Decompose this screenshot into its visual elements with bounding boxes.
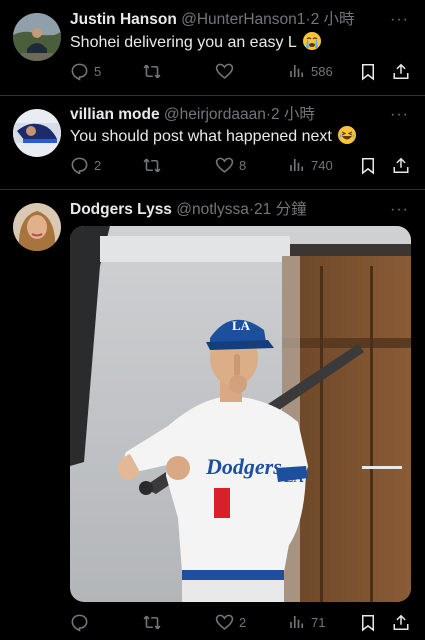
like-count: 8 bbox=[239, 157, 247, 173]
retweet-button[interactable] bbox=[142, 154, 167, 176]
tweet-header: Dodgers Lyss @notlyssa·21 分鐘 bbox=[70, 200, 307, 220]
reply-button[interactable] bbox=[70, 611, 94, 633]
tweet-photo[interactable]: LA Dodgers LA bbox=[70, 226, 411, 602]
bookmark-button[interactable] bbox=[359, 154, 377, 176]
like-count: 2 bbox=[239, 614, 247, 630]
sleeve-logo: LA bbox=[284, 471, 304, 486]
reply-count: 5 bbox=[94, 63, 102, 79]
display-name[interactable]: villian mode bbox=[70, 106, 160, 123]
tweet-header: villian mode @heirjordaaan·2 小時 bbox=[70, 105, 315, 125]
tweet-text: Shohei delivering you an easy L bbox=[70, 32, 321, 53]
like-button[interactable]: 2 bbox=[215, 611, 246, 633]
heart-icon bbox=[215, 157, 234, 173]
more-icon[interactable]: ··· bbox=[390, 202, 409, 218]
like-button[interactable] bbox=[215, 60, 239, 82]
heart-icon bbox=[215, 614, 234, 630]
retweet-icon bbox=[143, 158, 161, 172]
display-name[interactable]: Justin Hanson bbox=[70, 11, 177, 28]
view-count: 586 bbox=[311, 63, 333, 79]
handle[interactable]: @heirjordaaan bbox=[164, 106, 266, 123]
heart-icon bbox=[215, 63, 234, 79]
timestamp[interactable]: 2 小時 bbox=[271, 106, 315, 123]
laughing-face-emoji bbox=[338, 126, 357, 144]
bookmark-button[interactable] bbox=[359, 60, 377, 82]
views-button[interactable]: 71 bbox=[288, 611, 325, 633]
reply-icon bbox=[71, 614, 88, 632]
tweet-actions: 2 71 bbox=[70, 611, 410, 633]
share-icon bbox=[393, 63, 409, 79]
timestamp[interactable]: 21 分鐘 bbox=[254, 201, 307, 218]
bookmark-button[interactable] bbox=[359, 611, 377, 633]
reply-button[interactable]: 5 bbox=[70, 60, 101, 82]
bookmark-icon bbox=[362, 614, 374, 632]
display-name[interactable]: Dodgers Lyss bbox=[70, 201, 172, 218]
handle[interactable]: @notlyssa bbox=[176, 201, 249, 218]
retweet-icon bbox=[143, 615, 161, 629]
share-icon bbox=[393, 614, 409, 630]
tweet-actions: 2 8 740 bbox=[70, 154, 410, 176]
tweet-text-content: Shohei delivering you an easy L bbox=[70, 34, 297, 51]
avatar[interactable] bbox=[13, 13, 61, 61]
share-button[interactable] bbox=[392, 60, 410, 82]
jersey-script: Dodgers bbox=[205, 454, 282, 479]
views-icon bbox=[290, 65, 304, 77]
tweet-header: Justin Hanson @HunterHanson1·2 小時 bbox=[70, 10, 355, 30]
retweet-button[interactable] bbox=[142, 60, 167, 82]
views-button[interactable]: 740 bbox=[288, 154, 333, 176]
share-button[interactable] bbox=[392, 611, 410, 633]
bookmark-icon bbox=[362, 63, 374, 81]
handle[interactable]: @HunterHanson1 bbox=[181, 11, 305, 28]
tweet-text: You should post what happened next bbox=[70, 126, 357, 147]
more-icon[interactable]: ··· bbox=[390, 12, 409, 28]
crying-face-emoji bbox=[302, 32, 321, 50]
avatar[interactable] bbox=[13, 109, 61, 157]
avatar[interactable] bbox=[13, 203, 61, 251]
reply-count: 2 bbox=[94, 157, 102, 173]
cap-logo: LA bbox=[232, 318, 251, 333]
tweet[interactable]: villian mode @heirjordaaan·2 小時 ··· You … bbox=[0, 96, 425, 189]
retweet-icon bbox=[143, 64, 161, 78]
reply-icon bbox=[71, 157, 88, 175]
like-button[interactable]: 8 bbox=[215, 154, 246, 176]
view-count: 71 bbox=[311, 614, 326, 630]
views-button[interactable]: 586 bbox=[288, 60, 333, 82]
retweet-button[interactable] bbox=[142, 611, 167, 633]
share-button[interactable] bbox=[392, 154, 410, 176]
more-icon[interactable]: ··· bbox=[390, 107, 409, 123]
tweet-text-content: You should post what happened next bbox=[70, 128, 332, 145]
reply-button[interactable]: 2 bbox=[70, 154, 101, 176]
share-icon bbox=[393, 157, 409, 173]
view-count: 740 bbox=[311, 157, 333, 173]
tweet[interactable]: Justin Hanson @HunterHanson1·2 小時 ··· Sh… bbox=[0, 0, 425, 95]
bookmark-icon bbox=[362, 157, 374, 175]
views-icon bbox=[290, 616, 304, 628]
tweet-actions: 5 586 bbox=[70, 60, 410, 82]
views-icon bbox=[290, 159, 304, 171]
reply-icon bbox=[71, 63, 88, 81]
timestamp[interactable]: 2 小時 bbox=[311, 11, 355, 28]
